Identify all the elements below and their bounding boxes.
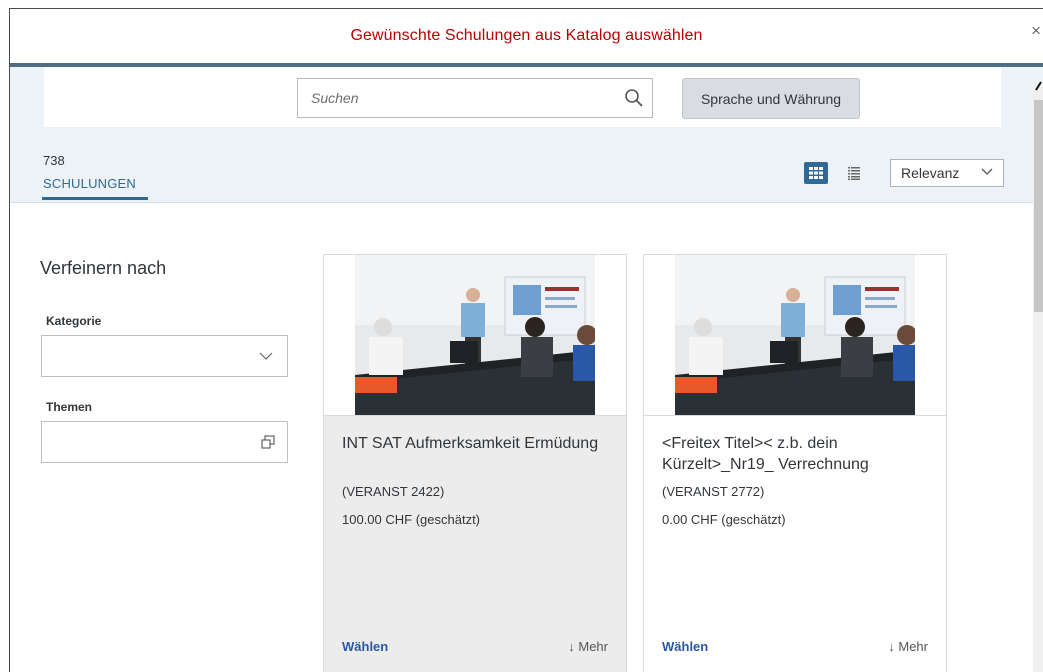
- category-select[interactable]: [41, 335, 288, 377]
- search-row: Sprache und Währung: [10, 67, 1043, 127]
- chevron-down-icon: [259, 352, 273, 360]
- results-count: 738: [43, 153, 65, 168]
- training-photo: [355, 255, 595, 415]
- more-link[interactable]: ↓ Mehr: [568, 639, 608, 654]
- tab-underline: [42, 197, 148, 200]
- card-code: (VERANST 2422): [342, 484, 445, 499]
- topics-label: Themen: [46, 400, 93, 414]
- choose-link[interactable]: Wählen: [342, 639, 388, 654]
- category-label: Kategorie: [46, 314, 102, 328]
- list-view-icon: [848, 166, 860, 180]
- chevron-down-icon: [981, 168, 993, 175]
- scroll-up-arrow-icon[interactable]: [1035, 80, 1043, 92]
- more-link[interactable]: ↓ Mehr: [888, 639, 928, 654]
- list-view-button[interactable]: [842, 162, 866, 184]
- choose-link[interactable]: Wählen: [662, 639, 708, 654]
- card-price: 0.00 CHF (geschätzt): [662, 512, 786, 527]
- filter-title: Verfeinern nach: [40, 258, 167, 278]
- card-image-frame: [324, 255, 626, 416]
- sort-select[interactable]: Relevanz: [890, 159, 1004, 187]
- close-icon[interactable]: ×: [1031, 21, 1041, 41]
- course-card[interactable]: <Freitex Titel>< z.b. dein Kürzelt>_Nr19…: [643, 254, 947, 672]
- grid-view-icon: [809, 167, 823, 179]
- sort-value: Relevanz: [901, 165, 960, 181]
- card-title[interactable]: <Freitex Titel>< z.b. dein Kürzelt>_Nr19…: [662, 433, 932, 475]
- results-toolbar: 738 SCHULUNGEN Relevanz: [10, 127, 1033, 203]
- scrollbar-thumb[interactable]: [1034, 100, 1043, 312]
- dialog-title: Gewünschte Schulungen aus Katalog auswäh…: [350, 27, 703, 44]
- dialog-header: Gewünschte Schulungen aus Katalog auswäh…: [10, 9, 1043, 63]
- card-code: (VERANST 2772): [662, 484, 765, 499]
- language-currency-button[interactable]: Sprache und Währung: [682, 78, 860, 119]
- card-title[interactable]: INT SAT Aufmerksamkeit Ermüdung: [342, 433, 612, 454]
- tab-schulungen[interactable]: SCHULUNGEN: [43, 176, 136, 191]
- search-icon[interactable]: [624, 88, 644, 108]
- search-input[interactable]: [298, 79, 608, 117]
- search-box: [297, 78, 653, 118]
- card-price: 100.00 CHF (geschätzt): [342, 512, 481, 527]
- training-photo: [675, 255, 915, 415]
- search-panel: Sprache und Währung: [44, 67, 1001, 127]
- value-help-icon[interactable]: [261, 435, 275, 449]
- topics-value-help[interactable]: [41, 421, 288, 463]
- card-image-frame: [644, 255, 946, 416]
- course-card[interactable]: INT SAT Aufmerksamkeit Ermüdung (VERANST…: [323, 254, 627, 672]
- grid-view-button[interactable]: [804, 162, 828, 184]
